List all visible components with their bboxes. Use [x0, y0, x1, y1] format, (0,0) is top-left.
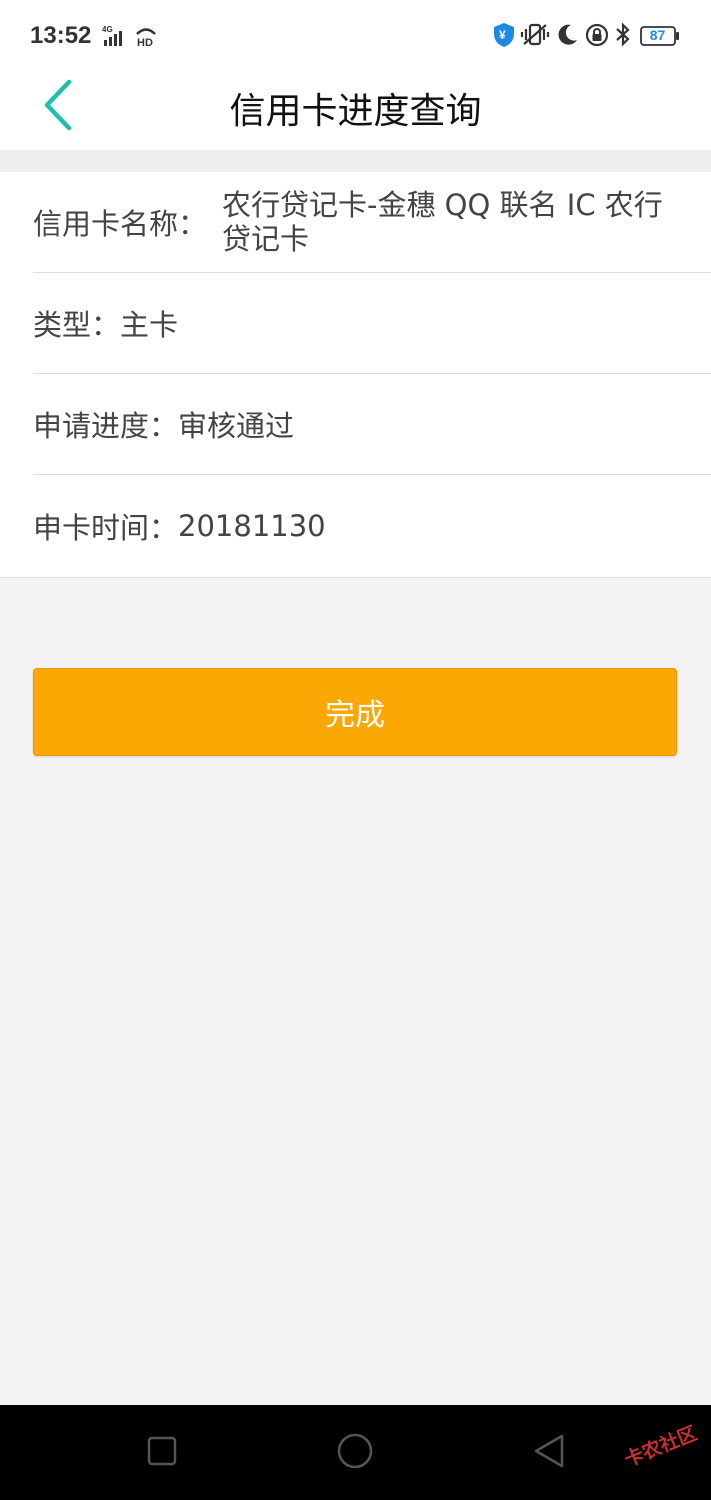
battery-icon: 87 [640, 26, 680, 46]
vibrate-icon [520, 23, 550, 46]
status-time: 13:52 [30, 22, 92, 49]
moon-icon [558, 24, 577, 45]
application-progress-value: 审核通过 [178, 409, 295, 443]
page-title: 信用卡进度查询 [229, 91, 482, 132]
system-navigation-bar [0, 1405, 711, 1500]
home-icon[interactable] [336, 1432, 374, 1470]
card-name-row: 信用卡名称： 农行贷记卡-金穗 QQ 联名 IC 农行贷记卡 [33, 172, 711, 273]
card-name-label: 信用卡名称： [33, 207, 208, 241]
card-type-label: 类型： [33, 308, 121, 342]
application-time-row: 申卡时间： 20181130 [33, 475, 711, 576]
section-divider [0, 150, 711, 172]
svg-text:4G: 4G [102, 25, 113, 34]
svg-text:¥: ¥ [499, 28, 506, 42]
application-time-value: 20181130 [178, 508, 326, 543]
application-details-card: 信用卡名称： 农行贷记卡-金穗 QQ 联名 IC 农行贷记卡 类型： 主卡 申请… [0, 172, 711, 578]
application-time-label: 申卡时间： [33, 510, 179, 545]
svg-text:HD: HD [137, 37, 153, 48]
card-type-row: 类型： 主卡 [33, 273, 711, 374]
back-icon[interactable] [532, 1433, 566, 1469]
bluetooth-icon [616, 22, 630, 47]
nav-header: 信用卡进度查询 [0, 72, 711, 150]
card-type-value: 主卡 [120, 308, 179, 342]
hd-icon: HD [136, 28, 156, 48]
shield-icon: ¥ [494, 23, 514, 47]
lock-rotation-icon [585, 23, 609, 47]
signal-4g-icon: 4G [102, 25, 122, 46]
done-button[interactable]: 完成 [33, 668, 677, 756]
recent-apps-icon[interactable] [146, 1435, 178, 1467]
card-name-value: 农行贷记卡-金穗 QQ 联名 IC 农行贷记卡 [222, 188, 663, 256]
application-progress-row: 申请进度： 审核通过 [33, 374, 711, 475]
status-bar: 13:52 4G HD ¥ 87 [0, 0, 711, 72]
battery-level: 87 [649, 27, 666, 43]
application-progress-label: 申请进度： [33, 409, 179, 443]
